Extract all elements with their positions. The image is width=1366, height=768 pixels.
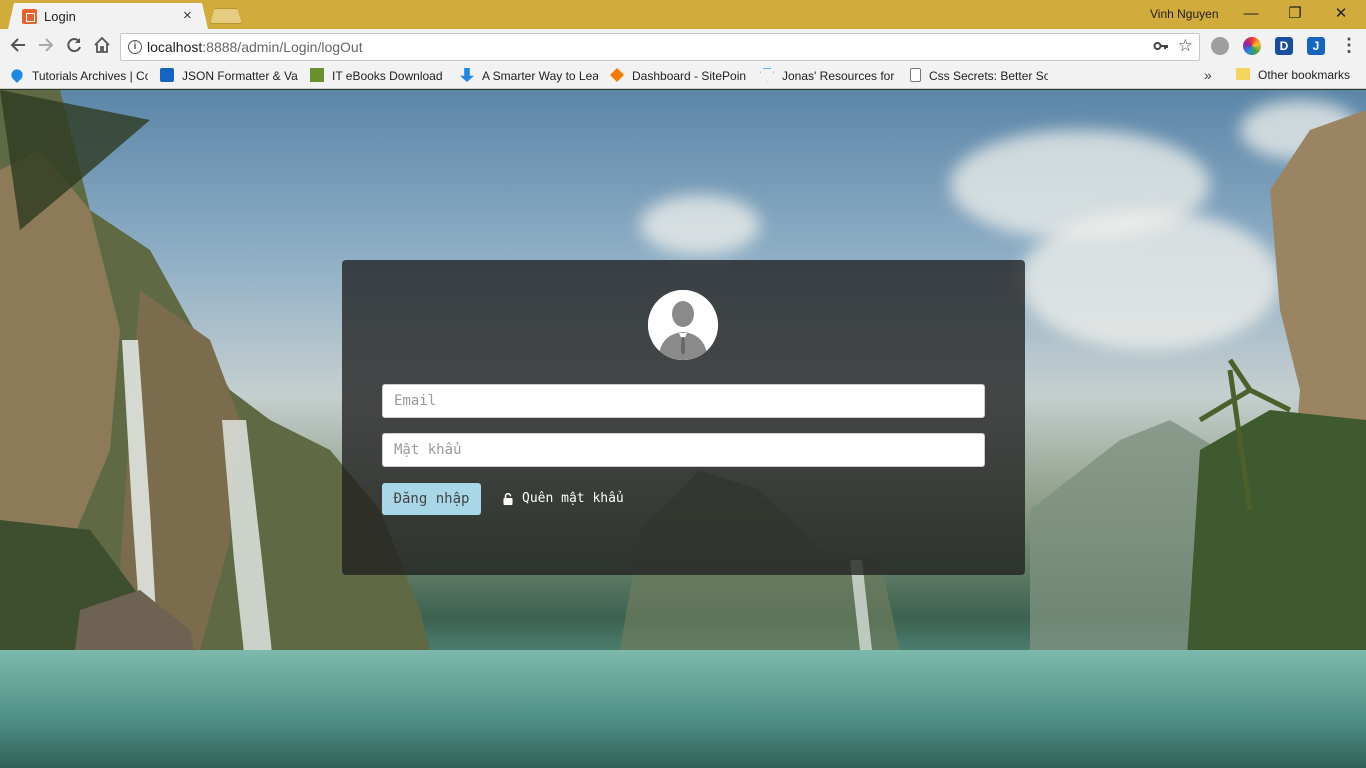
site-info-icon[interactable]: i	[128, 40, 142, 54]
bookmark-item[interactable]: Jonas' Resources for S	[760, 68, 898, 85]
tab-close-icon[interactable]: ×	[183, 7, 192, 24]
lock-icon	[503, 492, 513, 505]
diamond-icon	[760, 68, 774, 82]
bookmark-label: Dashboard - SitePoin	[632, 69, 746, 83]
tab-title: Login	[44, 9, 76, 24]
back-arrow-icon[interactable]	[7, 36, 29, 58]
login-page-background: Đăng nhập Quên mật khẩu	[0, 90, 1366, 768]
bookmark-label: A Smarter Way to Lea	[482, 69, 598, 83]
bookmark-item[interactable]: Tutorials Archives | Co	[10, 68, 148, 85]
other-bookmarks[interactable]: Other bookmarks	[1236, 68, 1360, 85]
browser-tab-login[interactable]: Login ×	[8, 3, 208, 29]
browser-toolbar: i localhost:8888/admin/Login/logOut ☆ D …	[0, 29, 1366, 64]
check-icon	[160, 68, 174, 82]
window-close-icon[interactable]: ✕	[1318, 2, 1364, 26]
arrow-down-icon	[460, 68, 474, 82]
extension-gray-icon[interactable]	[1211, 37, 1229, 55]
user-avatar-icon	[648, 290, 718, 360]
home-icon[interactable]	[91, 36, 113, 58]
password-input[interactable]	[382, 433, 985, 467]
bookmarks-overflow-icon[interactable]: »	[1204, 67, 1212, 83]
xampp-icon	[22, 9, 37, 24]
bookmark-item[interactable]: A Smarter Way to Lea	[460, 68, 598, 85]
extension-d-icon[interactable]: D	[1275, 37, 1293, 55]
folder-icon	[1236, 68, 1250, 80]
restore-icon[interactable]: ❐	[1272, 2, 1318, 26]
reload-icon[interactable]	[63, 36, 85, 58]
drop-icon	[10, 68, 25, 83]
bookmark-item[interactable]: Dashboard - SitePoin	[610, 68, 746, 85]
bookmark-label: Jonas' Resources for S	[782, 69, 898, 83]
new-tab-button[interactable]	[210, 8, 242, 24]
lagoon-water	[0, 650, 1366, 768]
forgot-password-link[interactable]: Quên mật khẩu	[522, 491, 624, 506]
login-button[interactable]: Đăng nhập	[382, 483, 481, 515]
bookmark-label: JSON Formatter & Va	[182, 69, 298, 83]
bookmark-label: Tutorials Archives | Co	[32, 69, 148, 83]
bookmark-item[interactable]: Css Secrets: Better So	[910, 68, 1048, 85]
profile-name[interactable]: Vinh Nguyen	[1150, 7, 1219, 21]
login-card: Đăng nhập Quên mật khẩu	[342, 260, 1025, 575]
bookmarks-bar: Tutorials Archives | Co JSON Formatter &…	[0, 64, 1366, 89]
other-bookmarks-label: Other bookmarks	[1258, 68, 1351, 82]
bookmark-item[interactable]: JSON Formatter & Va	[160, 68, 298, 85]
extension-color-icon[interactable]	[1243, 37, 1261, 55]
bookmark-label: IT eBooks Download	[332, 69, 443, 83]
sitepoint-icon	[610, 68, 624, 82]
bookmark-item[interactable]: IT eBooks Download	[310, 68, 444, 85]
window-titlebar: Login × Vinh Nguyen — ❐ ✕	[0, 0, 1366, 29]
bookmark-label: Css Secrets: Better So	[929, 69, 1048, 83]
extension-j-icon[interactable]: J	[1307, 37, 1325, 55]
key-icon[interactable]	[1153, 38, 1169, 58]
browser-menu-icon[interactable]: ⋮	[1340, 35, 1358, 56]
url-text[interactable]: localhost:8888/admin/Login/logOut	[147, 39, 363, 55]
email-input[interactable]	[382, 384, 985, 418]
tree-icon	[310, 68, 324, 82]
url-host: localhost	[147, 39, 203, 55]
address-bar[interactable]: i localhost:8888/admin/Login/logOut ☆	[120, 33, 1200, 61]
url-path: :8888/admin/Login/logOut	[202, 39, 363, 55]
minimize-icon[interactable]: —	[1228, 2, 1274, 26]
page-icon	[910, 68, 921, 82]
bookmark-star-icon[interactable]: ☆	[1178, 36, 1193, 56]
forward-arrow-icon[interactable]	[35, 36, 57, 58]
